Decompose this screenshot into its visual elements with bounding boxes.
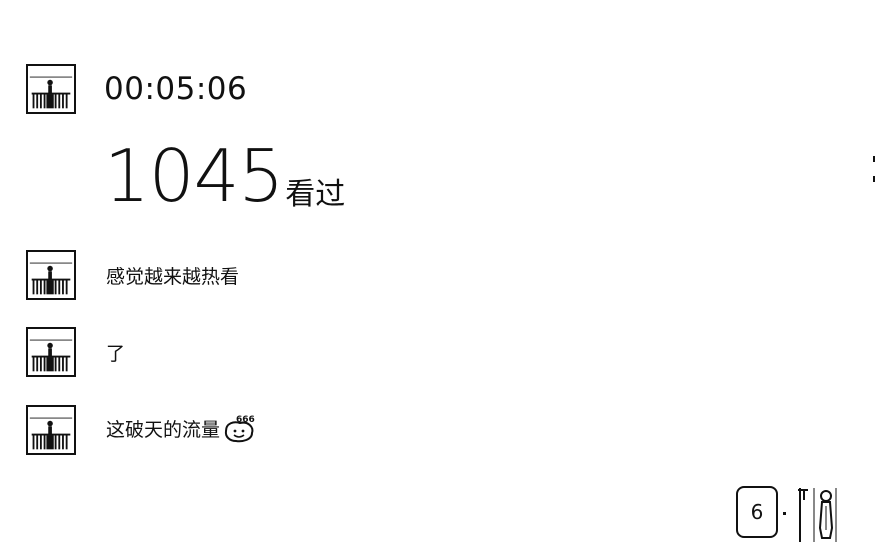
badge-value: 6	[750, 500, 764, 524]
user-avatar-icon[interactable]	[26, 405, 76, 455]
comment-item: 了	[26, 327, 125, 377]
comment-text-content: 这破天的流量	[106, 418, 221, 441]
host-avatar-icon[interactable]	[26, 64, 76, 114]
viewer-label: 看过	[285, 177, 346, 212]
edge-marker	[872, 156, 876, 182]
host-row: 00:05:06	[26, 64, 247, 114]
viewer-stats: 1045 看过	[104, 140, 345, 212]
comment-text: 了	[106, 342, 126, 365]
viewer-count: 1045	[104, 134, 284, 218]
elapsed-time: 00:05:06	[104, 71, 248, 107]
count-badge-button[interactable]: 6	[736, 486, 778, 538]
person-figure-icon[interactable]	[796, 486, 840, 542]
user-avatar-icon[interactable]	[26, 250, 76, 300]
comment-text: 感觉越来越热看	[106, 265, 240, 288]
live-stream-overlay: 00:05:06 1045 看过 感觉越来越热看 了 这破天的流量 666 6	[0, 0, 878, 555]
emoji-label: 666	[236, 415, 255, 425]
user-avatar-icon[interactable]	[26, 327, 76, 377]
comment-item: 感觉越来越热看	[26, 250, 239, 300]
comment-text: 这破天的流量 666	[106, 413, 256, 448]
separator-dot	[783, 512, 786, 515]
666-emoji-icon: 666	[222, 413, 256, 448]
comment-item: 这破天的流量 666	[26, 405, 256, 455]
